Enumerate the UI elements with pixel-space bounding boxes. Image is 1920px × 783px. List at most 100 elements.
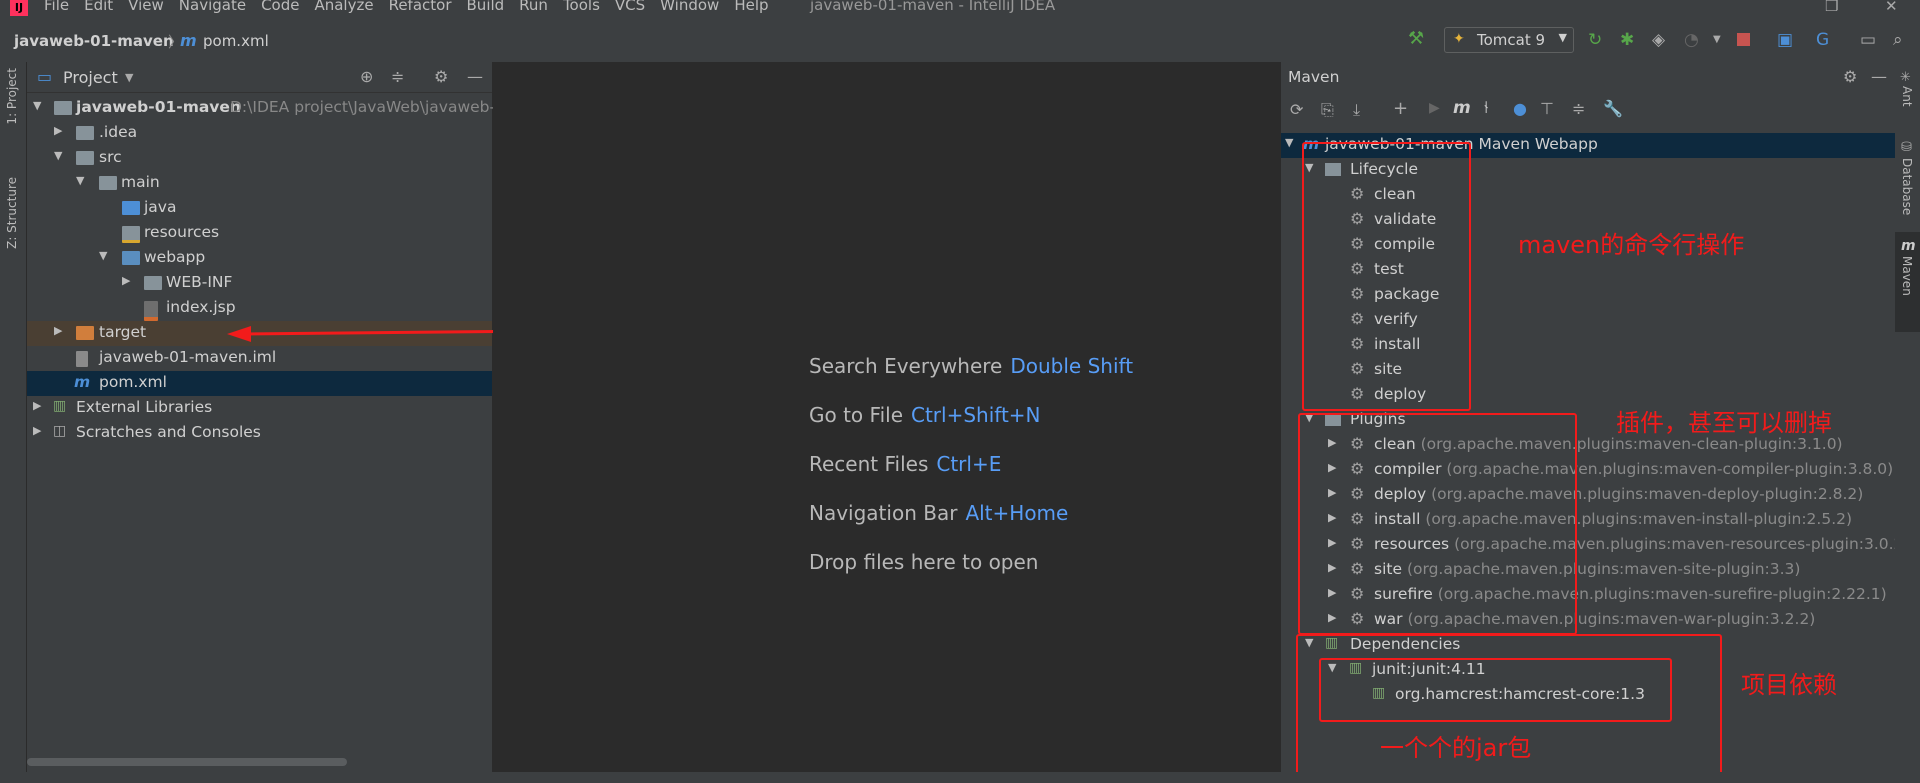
- menu-tools[interactable]: Tools: [563, 0, 600, 14]
- skip-tests-icon[interactable]: ●: [1513, 99, 1527, 118]
- wrench-icon[interactable]: 🔧: [1603, 99, 1623, 118]
- tree-item-webapp[interactable]: ▼ webapp: [27, 246, 492, 271]
- collapse-all-icon[interactable]: ≑: [1572, 99, 1585, 118]
- tree-item-label: javaweb-01-maven: [76, 98, 241, 116]
- collapsed-arrow-icon: ▶: [33, 399, 42, 412]
- menu-code[interactable]: Code: [261, 0, 299, 14]
- tree-item-project-root[interactable]: ▼ javaweb-01-maven D:\IDEA project\JavaW…: [27, 96, 505, 121]
- chevron-down-icon[interactable]: ▼: [125, 71, 133, 84]
- hint-shortcut: Alt+Home: [965, 501, 1069, 525]
- expanded-arrow-icon: ▼: [99, 249, 108, 262]
- tree-item-label: Scratches and Consoles: [76, 423, 261, 441]
- hint-text: Navigation Bar: [809, 501, 958, 525]
- tree-item-label: .idea: [99, 123, 138, 141]
- expanded-arrow-icon: ▼: [76, 174, 85, 187]
- collapsed-arrow-icon: ▶: [54, 324, 63, 337]
- tree-item-iml[interactable]: javaweb-01-maven.iml: [27, 346, 492, 371]
- tree-item-label: WEB-INF: [166, 273, 233, 291]
- expanded-arrow-icon: ▼: [33, 99, 42, 112]
- menu-analyze[interactable]: Analyze: [314, 0, 373, 14]
- menu-window[interactable]: Window: [660, 0, 719, 14]
- jsp-file-icon: [144, 301, 158, 321]
- project-tool-tab[interactable]: 1: Project: [5, 68, 19, 125]
- menu-refactor[interactable]: Refactor: [389, 0, 452, 14]
- translate-icon[interactable]: G: [1816, 30, 1829, 50]
- generate-sources-icon[interactable]: ⎘: [1321, 100, 1334, 120]
- restore-window-icon[interactable]: ❐: [1825, 0, 1838, 15]
- locate-file-icon[interactable]: ⊕: [360, 67, 373, 86]
- hide-panel-icon[interactable]: —: [1871, 67, 1887, 86]
- search-icon[interactable]: ⌕: [1893, 30, 1903, 50]
- gear-icon[interactable]: ⚙: [1843, 67, 1857, 86]
- run-icon[interactable]: ▶: [1429, 100, 1440, 116]
- menu-vcs[interactable]: VCS: [615, 0, 645, 14]
- module-folder-icon: [54, 101, 72, 115]
- terminal-icon[interactable]: ▭: [1860, 30, 1876, 50]
- main-menu: File Edit View Navigate Code Analyze Ref…: [44, 0, 769, 14]
- hint-drop-files: Drop files here to open: [809, 550, 1038, 574]
- tree-item-src[interactable]: ▼ src: [27, 146, 492, 171]
- library-icon: ▥: [53, 398, 67, 414]
- menu-file[interactable]: File: [44, 0, 69, 14]
- gear-icon[interactable]: ⚙: [434, 67, 448, 86]
- toggle-offline-icon[interactable]: ⫮: [1484, 98, 1488, 118]
- collapse-all-icon[interactable]: ≑: [391, 67, 404, 86]
- rerun-icon[interactable]: ↻: [1588, 30, 1602, 50]
- tree-item-label: target: [99, 323, 147, 341]
- collapsed-arrow-icon: ▶: [54, 124, 63, 137]
- reload-icon[interactable]: ⟳: [1290, 100, 1303, 119]
- menu-edit[interactable]: Edit: [84, 0, 113, 14]
- ant-tool-tab[interactable]: Ant: [1900, 86, 1914, 107]
- tree-item-resources[interactable]: resources: [27, 221, 492, 246]
- run-configuration-select[interactable]: ✦ Tomcat 9 ▼: [1444, 27, 1574, 53]
- project-structure-icon[interactable]: ▣: [1777, 30, 1793, 50]
- stop-icon[interactable]: [1737, 33, 1750, 46]
- hint-text: Drop files here to open: [809, 550, 1039, 574]
- hint-navigation-bar: Navigation Bar Alt+Home: [809, 501, 1068, 525]
- tree-item-pom-selected[interactable]: m pom.xml: [27, 371, 492, 396]
- menu-run[interactable]: Run: [519, 0, 548, 14]
- tree-item-idea[interactable]: ▶ .idea: [27, 121, 492, 146]
- menu-build[interactable]: Build: [467, 0, 505, 14]
- execute-goal-icon[interactable]: m: [1453, 98, 1471, 118]
- add-icon[interactable]: +: [1393, 98, 1408, 119]
- tree-item-label: pom.xml: [99, 373, 167, 391]
- tree-item-external-libraries[interactable]: ▶ ▥ External Libraries: [27, 396, 492, 421]
- horizontal-scrollbar[interactable]: [27, 758, 347, 766]
- close-window-icon[interactable]: ✕: [1885, 0, 1898, 15]
- breadcrumb-project[interactable]: javaweb-01-maven: [14, 32, 174, 50]
- tree-item-label: java: [144, 198, 177, 216]
- menu-view[interactable]: View: [128, 0, 164, 14]
- project-path: D:\IDEA project\JavaWeb\javaweb-0: [230, 98, 505, 116]
- web-folder-icon: [122, 251, 140, 265]
- tree-item-main[interactable]: ▼ main: [27, 171, 492, 196]
- intellij-logo-icon: IJ: [10, 0, 28, 16]
- project-panel-title[interactable]: Project: [63, 68, 118, 87]
- tree-item-scratches[interactable]: ▶ ◫ Scratches and Consoles: [27, 421, 492, 446]
- coverage-icon[interactable]: ◈: [1652, 30, 1665, 50]
- menu-navigate[interactable]: Navigate: [179, 0, 246, 14]
- debug-icon[interactable]: ✱: [1620, 30, 1634, 50]
- show-dependencies-icon[interactable]: ⊤: [1540, 99, 1554, 118]
- folder-icon: [76, 126, 94, 140]
- download-icon[interactable]: ⤓: [1353, 100, 1360, 120]
- maven-tool-tab-active[interactable]: m Maven: [1895, 232, 1920, 332]
- annotation-box-lifecycle: [1302, 142, 1471, 411]
- annotation-note-plugins: 插件，甚至可以删掉: [1616, 409, 1832, 437]
- tree-item-label: index.jsp: [166, 298, 236, 316]
- database-tool-tab[interactable]: Database: [1900, 158, 1914, 215]
- navigation-bar: javaweb-01-maven 〉 m pom.xml ⚒ ✦ Tomcat …: [0, 18, 1920, 63]
- more-run-chevron-icon[interactable]: ▼: [1713, 34, 1721, 45]
- resources-folder-icon: [122, 226, 140, 243]
- tree-item-label: src: [99, 148, 122, 166]
- hint-text: Go to File: [809, 403, 903, 427]
- tree-item-java[interactable]: java: [27, 196, 492, 221]
- hide-panel-icon[interactable]: —: [467, 67, 483, 86]
- structure-tool-tab[interactable]: Z: Structure: [5, 177, 19, 249]
- tree-item-web-inf[interactable]: ▶ WEB-INF: [27, 271, 492, 296]
- build-hammer-icon[interactable]: ⚒: [1408, 28, 1424, 49]
- profile-icon[interactable]: ◔: [1684, 30, 1699, 50]
- tomcat-icon: ✦: [1453, 31, 1465, 47]
- breadcrumb-file[interactable]: pom.xml: [203, 32, 269, 50]
- menu-help[interactable]: Help: [734, 0, 768, 14]
